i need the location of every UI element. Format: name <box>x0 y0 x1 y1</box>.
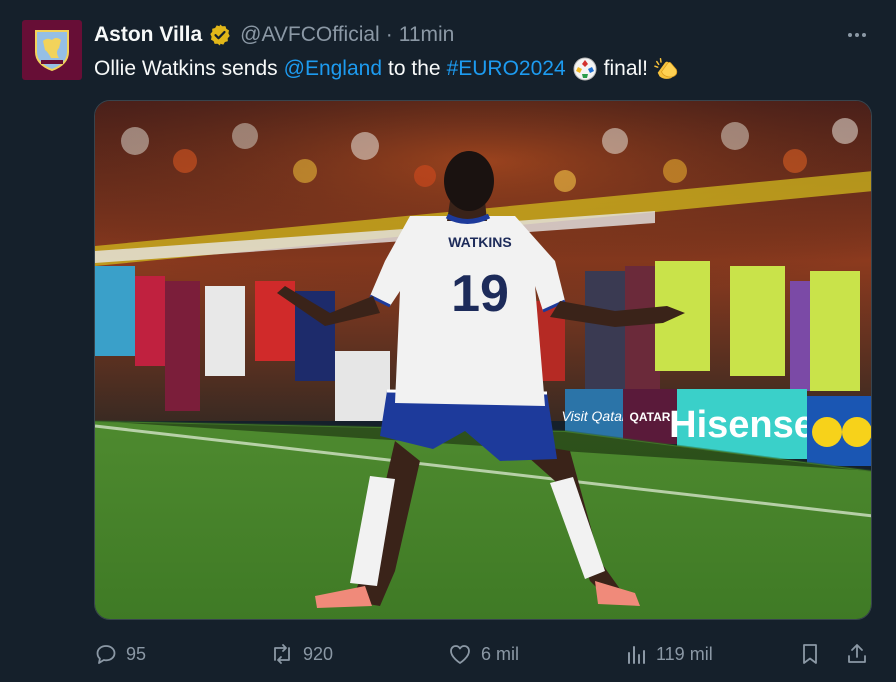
shirt-name: WATKINS <box>448 234 512 250</box>
tweet-actions: 95 920 6 mil 119 mil <box>94 637 874 671</box>
handle[interactable]: @AVFCOfficial <box>240 23 380 47</box>
bookmark-button[interactable] <box>798 637 822 671</box>
timestamp[interactable]: 11min <box>399 23 455 47</box>
tweet-media[interactable]: Visit Qatar QATAR Hisense WATKINS 19 <box>94 100 872 620</box>
match-photo: Visit Qatar QATAR Hisense WATKINS 19 <box>95 101 871 619</box>
repost-count: 920 <box>303 643 334 664</box>
tweet-text-part-2: to the <box>388 57 441 80</box>
separator: · <box>385 23 393 46</box>
mention-link[interactable]: @England <box>284 57 382 81</box>
reply-count: 95 <box>126 643 147 664</box>
reply-icon <box>96 645 116 664</box>
hashtag-link[interactable]: #EURO2024 <box>447 57 566 81</box>
tweet-text: Ollie Watkins sends @England to the #EUR… <box>94 54 680 84</box>
like-count: 6 mil <box>481 643 520 664</box>
ad-board-hisense: Hisense <box>669 404 815 446</box>
views-button[interactable]: 119 mil <box>624 637 713 671</box>
bookmark-icon <box>803 644 817 664</box>
share-button[interactable] <box>845 637 869 671</box>
tweet[interactable]: Aston Villa @AVFCOfficial · 11min Ollie … <box>0 0 896 682</box>
avatar[interactable] <box>22 20 82 80</box>
like-button[interactable]: 6 mil <box>447 637 519 671</box>
like-icon <box>450 645 470 664</box>
club-crest-icon <box>35 30 69 72</box>
repost-button[interactable]: 920 <box>269 637 333 671</box>
views-count: 119 mil <box>656 643 713 664</box>
verified-badge-icon[interactable] <box>208 23 232 47</box>
shirt-number: 19 <box>451 265 509 323</box>
more-icon[interactable] <box>844 22 870 48</box>
clapping-hands-emoji <box>654 56 680 82</box>
reply-button[interactable]: 95 <box>94 637 146 671</box>
ad-board-visit-qatar: Visit Qatar <box>561 408 627 424</box>
repost-icon <box>274 644 290 664</box>
ad-board-qatar: QATAR <box>630 410 671 424</box>
display-name[interactable]: Aston Villa <box>94 23 202 47</box>
euro-ball-emoji <box>572 56 598 82</box>
views-icon <box>628 646 645 664</box>
share-icon <box>848 644 866 663</box>
tweet-text-part-3: final! <box>603 57 648 80</box>
tweet-text-part-1: Ollie Watkins sends <box>94 57 278 80</box>
tweet-header: Aston Villa @AVFCOfficial · 11min <box>94 22 454 48</box>
